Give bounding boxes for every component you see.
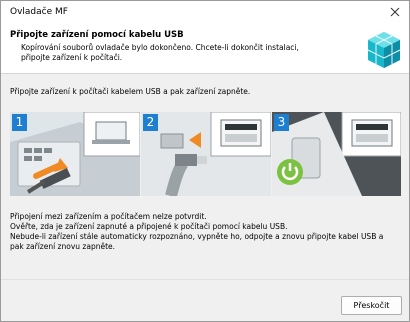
step-number-badge: 2 (143, 114, 158, 131)
step-2-panel: 2 (141, 112, 271, 196)
close-icon[interactable] (389, 6, 401, 18)
header-description-line: připojte zařízení k počítači. (21, 52, 123, 62)
status-message: Připojení mezi zařízením a počítačem nel… (10, 212, 402, 252)
skip-button[interactable]: Přeskočit (341, 296, 402, 315)
window-title: Ovladače MF (10, 7, 68, 17)
connection-steps-illustration: 1 2 3 (10, 112, 401, 196)
printer-usb-illustration (141, 112, 271, 196)
step-3-panel: 3 (272, 112, 401, 196)
step-1-panel: 1 (10, 112, 140, 196)
instruction-text: Připojte zařízení k počítači kabelem USB… (10, 87, 251, 96)
header-title: Připojte zařízení pomocí kabelu USB (10, 30, 184, 40)
status-line: Připojení mezi zařízením a počítačem nel… (10, 212, 207, 221)
header-description-line: Kopírování souborů ovladače bylo dokonče… (21, 43, 299, 52)
installer-window: Ovladače MF Připojte zařízení pomocí kab… (0, 0, 410, 322)
laptop-usb-illustration (10, 112, 140, 196)
wizard-header: Připojte zařízení pomocí kabelu USB Kopí… (1, 25, 409, 74)
step-number-badge: 1 (12, 114, 27, 131)
status-line: pak zařízení znovu zapněte. (10, 242, 116, 251)
title-bar: Ovladače MF (1, 1, 409, 25)
printer-power-illustration (272, 112, 401, 196)
status-line: Ověřte, zda je zařízení zapnuté a připoj… (10, 222, 288, 231)
step-number-badge: 3 (274, 114, 289, 131)
status-line: Nebude-li zařízení stále automaticky roz… (10, 232, 384, 241)
installer-boxes-icon (367, 32, 401, 68)
footer: Přeskočit (1, 279, 409, 321)
header-description: Kopírování souborů ovladače bylo dokonče… (21, 43, 311, 62)
power-button (277, 159, 303, 185)
